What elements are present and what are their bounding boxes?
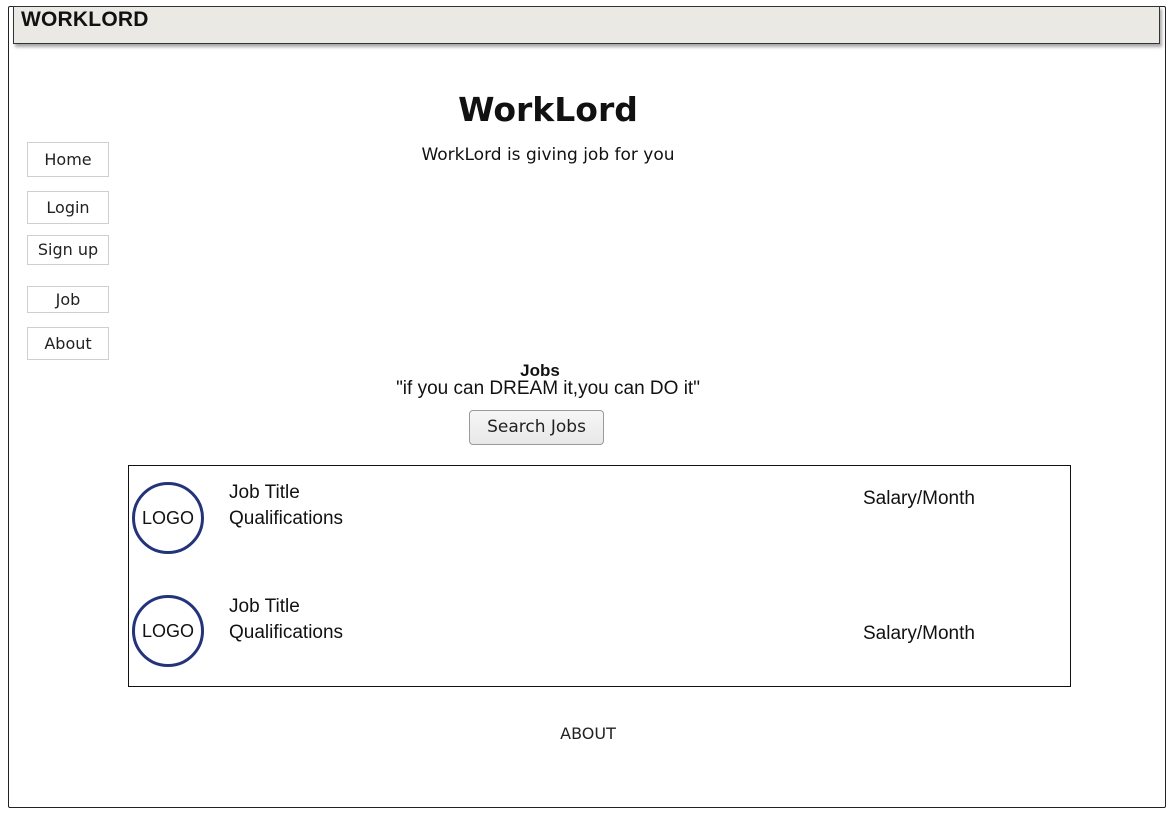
page-subtitle: WorkLord is giving job for you	[421, 145, 675, 165]
nav-signup-button[interactable]: Sign up	[27, 235, 109, 265]
nav-about-button[interactable]: About	[27, 327, 109, 360]
footer-about-link[interactable]: ABOUT	[0, 724, 1176, 743]
job-title[interactable]: Job Title	[229, 480, 300, 506]
company-logo: LOGO	[132, 482, 204, 554]
nav-job-button[interactable]: Job	[27, 286, 109, 313]
nav-login-button[interactable]: Login	[27, 191, 109, 224]
job-salary: Salary/Month	[863, 623, 975, 644]
job-list: LOGO Job Title Qualifications Salary/Mon…	[128, 465, 1071, 687]
job-title[interactable]: Job Title	[229, 594, 300, 620]
page-title: WorkLord	[458, 90, 638, 129]
search-jobs-button[interactable]: Search Jobs	[469, 410, 604, 445]
top-bar: WORKLORD	[13, 6, 1160, 44]
job-qualifications: Qualifications	[229, 622, 344, 643]
job-qualifications: Qualifications	[229, 508, 344, 529]
job-salary: Salary/Month	[863, 488, 975, 509]
company-logo: LOGO	[132, 595, 204, 667]
brand-logo-text[interactable]: WORKLORD	[21, 8, 149, 32]
nav-home-button[interactable]: Home	[27, 142, 109, 177]
motto-quote: "if you can DREAM it,you can DO it"	[396, 378, 700, 399]
